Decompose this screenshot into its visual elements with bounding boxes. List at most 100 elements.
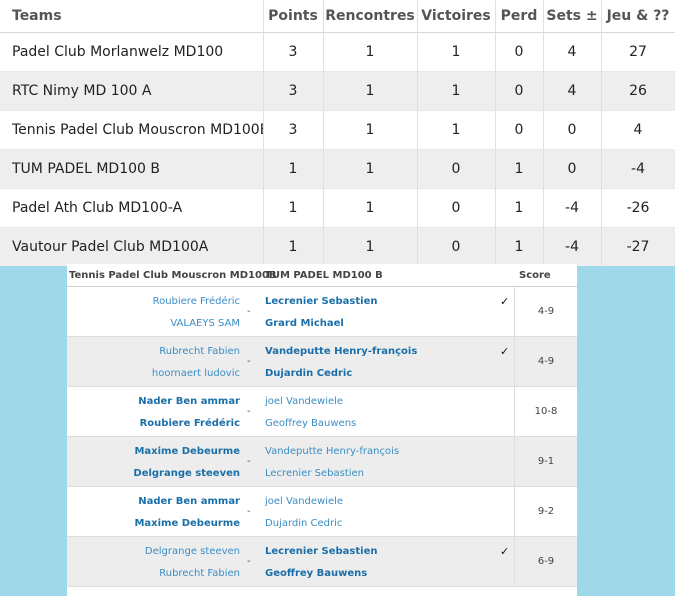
col-header-victoires[interactable]: Victoires — [417, 0, 496, 33]
team-name-cell[interactable]: Vautour Padel Club MD100A — [0, 227, 264, 266]
cell-perd: 0 — [495, 71, 544, 111]
standings-panel: Teams Points Rencontres Victoires Perd S… — [0, 0, 675, 266]
home-player-link[interactable]: Nader Ben ammar — [138, 396, 240, 407]
cell-victoires: 0 — [417, 188, 496, 228]
away-player-link[interactable]: Vandeputte Henry-françois — [265, 446, 399, 457]
home-player-link[interactable]: hoornaert ludovic — [152, 368, 240, 379]
home-player-link[interactable]: Roubiere Frédéric — [140, 418, 240, 429]
cell-jeu: 4 — [601, 110, 675, 150]
col-header-sets[interactable]: Sets ± — [543, 0, 602, 33]
match-row: Delgrange steeven Lecrenier Sebastien Rubr… — [67, 537, 577, 587]
home-player-link[interactable]: Roubiere Frédéric — [153, 296, 240, 307]
col-header-rencontres[interactable]: Rencontres — [323, 0, 418, 33]
cell-perd: 0 — [495, 32, 544, 72]
table-row: Vautour Padel Club MD100A 1 1 0 1 -4 -27 — [0, 227, 675, 266]
team-name-cell[interactable]: Padel Club Morlanwelz MD100 — [0, 32, 264, 72]
cell-jeu: -26 — [601, 188, 675, 228]
table-row: Padel Club Morlanwelz MD100 3 1 1 0 4 27 — [0, 32, 675, 72]
away-team-name: TUM PADEL MD100 B — [265, 270, 383, 281]
team-name-cell[interactable]: Tennis Padel Club Mouscron MD100B — [0, 110, 264, 150]
match-row: Rubrecht Fabien Vandeputte Henry-françois… — [67, 337, 577, 387]
team-name-cell[interactable]: Padel Ath Club MD100-A — [0, 188, 264, 228]
home-player-link[interactable]: Nader Ben ammar — [138, 496, 240, 507]
vs-separator: - — [247, 306, 251, 317]
match-row: Maxime Debeurme Vandeputte Henry-françois… — [67, 437, 577, 487]
cell-rencontres: 1 — [323, 227, 418, 266]
cell-rencontres: 1 — [323, 32, 418, 72]
cell-perd: 1 — [495, 149, 544, 189]
col-header-points[interactable]: Points — [263, 0, 324, 33]
col-header-perd[interactable]: Perd — [495, 0, 544, 33]
cell-rencontres: 1 — [323, 110, 418, 150]
score-header: Score — [519, 270, 551, 281]
match-score: 9-2 — [514, 487, 577, 536]
standings-header-row: Teams Points Rencontres Victoires Perd S… — [0, 0, 675, 33]
cell-jeu: 26 — [601, 71, 675, 111]
cell-victoires: 1 — [417, 32, 496, 72]
match-score: 9-1 — [514, 437, 577, 486]
cell-sets: -4 — [543, 227, 602, 266]
home-player-link[interactable]: Delgrange steeven — [145, 546, 240, 557]
team-name-cell[interactable]: TUM PADEL MD100 B — [0, 149, 264, 189]
away-player-link[interactable]: Geoffrey Bauwens — [265, 418, 356, 429]
cell-jeu: 27 — [601, 32, 675, 72]
home-player-link[interactable]: VALAEYS SAM — [170, 318, 240, 329]
cell-jeu: -27 — [601, 227, 675, 266]
standings-table: Teams Points Rencontres Victoires Perd S… — [0, 0, 675, 266]
cell-sets: 4 — [543, 71, 602, 111]
home-player-link[interactable]: Maxime Debeurme — [134, 518, 240, 529]
check-icon: ✓ — [500, 345, 510, 358]
match-score: 4-9 — [514, 287, 577, 336]
cell-points: 3 — [263, 32, 324, 72]
check-icon: ✓ — [500, 545, 510, 558]
away-player-link[interactable]: Dujardin Cedric — [265, 368, 352, 379]
cell-perd: 1 — [495, 188, 544, 228]
match-header: Tennis Padel Club Mouscron MD100B TUM PA… — [67, 264, 577, 287]
away-player-link[interactable]: Vandeputte Henry-françois — [265, 346, 417, 357]
cell-points: 1 — [263, 188, 324, 228]
match-row: Nader Ben ammar joel Vandewiele Maxime Deb… — [67, 487, 577, 537]
match-row: Nader Ben ammar joel Vandewiele Roubiere F… — [67, 387, 577, 437]
match-list: Roubiere Frédéric Lecrenier Sebastien VALA… — [67, 287, 577, 587]
vs-separator: - — [247, 556, 251, 567]
cell-sets: 0 — [543, 110, 602, 150]
vs-separator: - — [247, 406, 251, 417]
away-player-link[interactable]: joel Vandewiele — [265, 396, 343, 407]
away-player-link[interactable]: Dujardin Cedric — [265, 518, 342, 529]
away-player-link[interactable]: joel Vandewiele — [265, 496, 343, 507]
away-player-link[interactable]: Lecrenier Sebastien — [265, 546, 378, 557]
home-player-link[interactable]: Maxime Debeurme — [134, 446, 240, 457]
away-player-link[interactable]: Grard Michael — [265, 318, 344, 329]
match-score: 10-8 — [514, 387, 577, 436]
col-header-jeu[interactable]: Jeu & ?? — [601, 0, 675, 33]
cell-victoires: 0 — [417, 227, 496, 266]
match-details-panel: Tennis Padel Club Mouscron MD100B TUM PA… — [67, 264, 577, 596]
cell-sets: 0 — [543, 149, 602, 189]
match-score: 6-9 — [514, 537, 577, 586]
vs-separator: - — [247, 456, 251, 467]
cell-victoires: 1 — [417, 71, 496, 111]
team-name-cell[interactable]: RTC Nimy MD 100 A — [0, 71, 264, 111]
vs-separator: - — [247, 356, 251, 367]
home-player-link[interactable]: Rubrecht Fabien — [159, 568, 240, 579]
cell-perd: 1 — [495, 227, 544, 266]
cell-perd: 0 — [495, 110, 544, 150]
cell-rencontres: 1 — [323, 188, 418, 228]
match-score: 4-9 — [514, 337, 577, 386]
cell-rencontres: 1 — [323, 71, 418, 111]
away-player-link[interactable]: Geoffrey Bauwens — [265, 568, 367, 579]
cell-sets: -4 — [543, 188, 602, 228]
away-player-link[interactable]: Lecrenier Sebastien — [265, 468, 364, 479]
away-player-link[interactable]: Lecrenier Sebastien — [265, 296, 378, 307]
cell-victoires: 1 — [417, 110, 496, 150]
col-header-teams[interactable]: Teams — [0, 0, 264, 33]
table-row: Tennis Padel Club Mouscron MD100B 3 1 1 0 0 4 — [0, 110, 675, 150]
cell-victoires: 0 — [417, 149, 496, 189]
home-player-link[interactable]: Rubrecht Fabien — [159, 346, 240, 357]
table-row: RTC Nimy MD 100 A 3 1 1 0 4 26 — [0, 71, 675, 111]
cell-rencontres: 1 — [323, 149, 418, 189]
home-player-link[interactable]: Delgrange steeven — [133, 468, 240, 479]
cell-jeu: -4 — [601, 149, 675, 189]
cell-sets: 4 — [543, 32, 602, 72]
match-row: Roubiere Frédéric Lecrenier Sebastien VALA… — [67, 287, 577, 337]
